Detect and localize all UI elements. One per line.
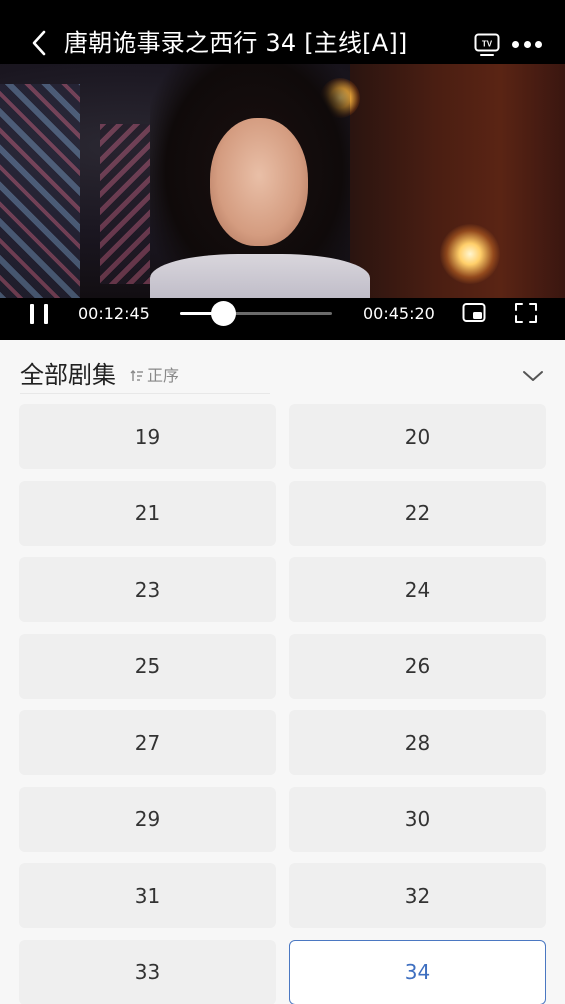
episode-item[interactable]: 24 xyxy=(289,557,546,622)
more-button[interactable] xyxy=(512,36,542,52)
pause-icon xyxy=(44,304,48,324)
video-frame[interactable] xyxy=(0,64,565,300)
sort-button[interactable]: 正序 xyxy=(130,364,179,392)
episode-item[interactable]: 23 xyxy=(19,557,276,622)
back-button[interactable] xyxy=(28,28,50,58)
fullscreen-button[interactable] xyxy=(514,302,538,324)
episode-item[interactable]: 25 xyxy=(19,633,276,699)
episode-item[interactable]: 27 xyxy=(19,710,276,775)
header-divider xyxy=(20,393,270,394)
progress-knob[interactable] xyxy=(211,301,237,326)
video-player[interactable]: 唐朝诡事录之西行 34 [主线[A]] TV 00:12:45 00:45:20 xyxy=(0,0,565,340)
expand-button[interactable] xyxy=(521,364,545,388)
episode-item[interactable]: 22 xyxy=(289,480,546,546)
tv-cast-button[interactable]: TV xyxy=(474,33,500,57)
more-icon xyxy=(535,40,542,48)
pip-icon xyxy=(462,303,486,322)
episodes-header: 全部剧集 正序 xyxy=(20,356,179,392)
tv-cast-icon: TV xyxy=(474,33,500,56)
fullscreen-icon xyxy=(515,303,537,323)
video-title: 唐朝诡事录之西行 34 [主线[A]] xyxy=(64,29,408,57)
total-time: 00:45:20 xyxy=(363,304,435,323)
episode-item[interactable]: 20 xyxy=(289,404,546,469)
chevron-down-icon xyxy=(523,371,543,381)
pip-button[interactable] xyxy=(462,302,486,324)
episode-item[interactable]: 21 xyxy=(19,480,276,546)
episode-item[interactable]: 31 xyxy=(19,863,276,928)
episodes-title: 全部剧集 xyxy=(20,361,116,389)
episode-item[interactable]: 29 xyxy=(19,786,276,852)
episode-item[interactable]: 28 xyxy=(289,710,546,775)
episode-item[interactable]: 26 xyxy=(289,633,546,699)
current-time: 00:12:45 xyxy=(78,304,150,323)
episodes-panel: 全部剧集 正序 19 20 21 22 23 24 25 26 27 28 29 30 31 32 33 34 xyxy=(0,340,565,1004)
episode-item[interactable]: 19 xyxy=(19,404,276,469)
episode-item[interactable]: 32 xyxy=(289,863,546,928)
sort-label: 正序 xyxy=(147,366,180,385)
back-icon xyxy=(32,30,46,56)
svg-text:TV: TV xyxy=(482,40,493,49)
player-top-bar: 唐朝诡事录之西行 34 [主线[A]] TV xyxy=(0,0,565,64)
pause-button[interactable] xyxy=(30,304,48,324)
sort-icon xyxy=(130,370,143,381)
more-icon xyxy=(523,40,531,48)
episode-item[interactable]: 33 xyxy=(19,939,276,1004)
episode-item[interactable]: 34 xyxy=(289,939,546,1004)
pause-icon xyxy=(30,304,34,324)
player-controls: 00:12:45 00:45:20 xyxy=(0,298,565,340)
progress-slider[interactable] xyxy=(180,301,332,326)
episode-item[interactable]: 30 xyxy=(289,786,546,852)
more-icon xyxy=(512,40,519,48)
